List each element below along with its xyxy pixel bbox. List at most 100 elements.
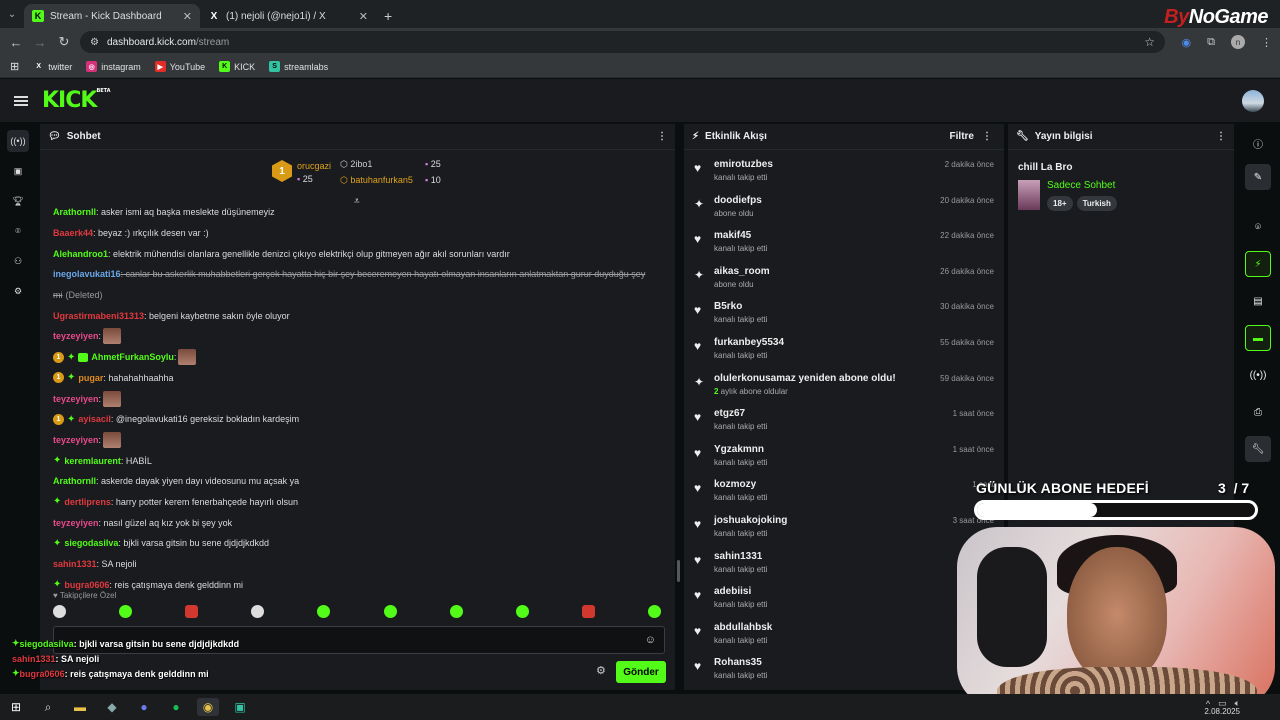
bookmark-youtube[interactable]: ▶ YouTube bbox=[154, 61, 205, 72]
community-icon[interactable]: ⚇ bbox=[7, 250, 29, 272]
chat-username[interactable]: sahin1331 bbox=[53, 559, 97, 569]
menu-dots-icon[interactable]: ⋮ bbox=[1261, 36, 1272, 49]
kick-logo[interactable]: KICKBETA bbox=[42, 88, 111, 113]
activity-item[interactable]: ♥ furkanbey5534 kanalı takip etti 55 dakika… bbox=[684, 332, 1004, 368]
activity-item[interactable]: ✦ doodiefps abone oldu 20 dakika önce bbox=[684, 190, 1004, 226]
emote-icon[interactable] bbox=[251, 605, 265, 618]
chrome-icon[interactable]: ◉ bbox=[197, 698, 219, 716]
activity-item[interactable]: ♥ Ygzakmnn kanalı takip etti 1 saat önce bbox=[684, 439, 1004, 475]
broadcast-icon[interactable]: ((•)) bbox=[1245, 362, 1271, 388]
send-button[interactable]: Gönder bbox=[616, 661, 666, 683]
wrench-icon[interactable]: 🔧︎ bbox=[1245, 436, 1271, 462]
spotify-icon[interactable]: ● bbox=[165, 698, 187, 716]
activity-item[interactable]: ♥ emirotuzbes kanalı takip etti 2 dakika ön… bbox=[684, 154, 1004, 190]
activity-item[interactable]: ♥ etgz67 kanalı takip etti 1 saat önce bbox=[684, 403, 1004, 439]
broadcast-icon[interactable]: ((•)) bbox=[7, 130, 29, 152]
tab-x[interactable]: X (1) nejoli (@nejo1i) / X ✕ bbox=[200, 4, 376, 28]
chat-username[interactable]: dertliprens bbox=[64, 497, 111, 507]
settings-gear-icon[interactable]: ⚙ bbox=[7, 280, 29, 302]
activity-item[interactable]: ✦ aikas_room abone oldu 26 dakika önce bbox=[684, 261, 1004, 297]
chat-username[interactable]: inegolavukati16 bbox=[53, 269, 121, 279]
activity-item[interactable]: ♥adebiisikanalı takip etti5 bbox=[684, 581, 1004, 617]
chat-username[interactable]: Alehandroo1 bbox=[53, 249, 108, 259]
bookmark-twitter[interactable]: Xtwitter bbox=[33, 61, 72, 72]
user-avatar[interactable] bbox=[1242, 90, 1264, 112]
info-icon[interactable]: ⓘ bbox=[1245, 130, 1271, 156]
close-icon[interactable]: ✕ bbox=[359, 10, 368, 23]
close-icon[interactable]: ✕ bbox=[183, 10, 192, 23]
category-link[interactable]: Sadece Sohbet bbox=[1047, 180, 1115, 191]
reload-icon[interactable]: ↻ bbox=[52, 34, 76, 50]
activity-item[interactable]: ♥Rohans35kanalı takip etti9 bbox=[684, 652, 1004, 688]
discord-icon[interactable]: ● bbox=[133, 698, 155, 716]
bookmark-instagram[interactable]: ◎ instagram bbox=[86, 61, 141, 72]
windows-start-icon[interactable]: ⊞ bbox=[5, 698, 27, 716]
emote-icon[interactable] bbox=[383, 605, 397, 618]
profile-avatar[interactable]: n bbox=[1231, 35, 1245, 49]
chat-username[interactable]: Arathornll bbox=[53, 476, 96, 486]
emoji-picker-icon[interactable]: ☺ bbox=[645, 634, 656, 646]
chat-username[interactable]: keremlaurent bbox=[64, 456, 121, 466]
printer-icon[interactable]: ⎙ bbox=[1245, 399, 1271, 425]
activity-item[interactable]: ♥ makif45 kanalı takip etti 22 dakika önce bbox=[684, 225, 1004, 261]
chat-username[interactable]: pugar bbox=[78, 373, 103, 383]
clipboard-icon[interactable]: ▤ bbox=[1245, 288, 1271, 314]
app-icon[interactable]: ◆ bbox=[101, 698, 123, 716]
bookmark-star-icon[interactable]: ☆ bbox=[1144, 35, 1155, 49]
chat-username[interactable]: teyzeyiyen bbox=[53, 331, 99, 341]
dashboard-icon[interactable]: ▣ bbox=[7, 160, 29, 182]
streamlabs-icon[interactable]: ▣ bbox=[229, 698, 251, 716]
chat-username[interactable]: Baaerk44 bbox=[53, 228, 93, 238]
chat-username[interactable]: bugra0606 bbox=[64, 580, 109, 590]
emote-icon[interactable] bbox=[515, 605, 529, 618]
leaderboard-name[interactable]: orucgazi bbox=[297, 161, 331, 171]
menu-dots-icon[interactable]: ⋮ bbox=[982, 131, 992, 142]
activity-item[interactable]: ♥sahin1331kanalı takip etti4 bbox=[684, 546, 1004, 582]
apps-grid-icon[interactable]: ⊞ bbox=[10, 60, 19, 73]
activity-item[interactable]: ♥ joshuakojoking kanalı takip etti 3 saat ö… bbox=[684, 510, 1004, 546]
menu-dots-icon[interactable]: ⋮ bbox=[657, 131, 667, 142]
activity-item[interactable]: ♥abdullahbskkanalı takip etti9 bbox=[684, 617, 1004, 653]
hamburger-menu-icon[interactable] bbox=[14, 94, 28, 108]
emote-icon[interactable] bbox=[317, 605, 331, 618]
tab-kick-dashboard[interactable]: K Stream - Kick Dashboard ✕ bbox=[24, 4, 200, 28]
leaderboard-name[interactable]: ⬡ batuhanfurkan5 bbox=[340, 175, 413, 186]
chat-settings-gear-icon[interactable]: ⚙ bbox=[596, 664, 606, 677]
emote-icon[interactable] bbox=[185, 605, 199, 618]
address-bar[interactable]: ⚙ dashboard.kick.com/stream ☆ bbox=[80, 31, 1165, 53]
forward-arrow-icon[interactable]: → bbox=[28, 35, 52, 50]
activity-item[interactable]: ♥ B5rko kanalı takip etti 30 dakika önce bbox=[684, 296, 1004, 332]
chat-username[interactable]: AhmetFurkanSoylu bbox=[91, 352, 174, 362]
chat-username[interactable]: siegodasilva bbox=[64, 538, 118, 548]
search-icon[interactable]: ⌕ bbox=[37, 698, 59, 716]
emote-icon[interactable] bbox=[647, 605, 661, 618]
chat-username[interactable]: Ugrastirmabeni31313 bbox=[53, 311, 144, 321]
trophy-icon[interactable]: 🏆︎ bbox=[7, 190, 29, 212]
lightning-icon[interactable]: ⚡︎ bbox=[1245, 251, 1271, 277]
emote-icon[interactable] bbox=[581, 605, 595, 618]
camera-icon[interactable]: ⌾ bbox=[7, 220, 29, 242]
edit-pencil-icon[interactable]: ✎ bbox=[1245, 164, 1271, 190]
emote-icon[interactable] bbox=[53, 605, 66, 618]
chat-username[interactable]: Arathornll bbox=[53, 207, 96, 217]
chat-username[interactable]: ayisacil bbox=[78, 414, 111, 424]
activity-item[interactable]: ♥ kozmozy kanalı takip etti 1 saat bbox=[684, 474, 1004, 510]
file-explorer-icon[interactable]: ▬ bbox=[69, 698, 91, 716]
site-info-icon[interactable]: ⚙ bbox=[90, 37, 99, 48]
clock-date[interactable]: 2.08.2025 bbox=[1204, 707, 1240, 716]
tab-search-icon[interactable]: ⌄ bbox=[0, 3, 24, 25]
bookmark-streamlabs[interactable]: Sstreamlabs bbox=[269, 61, 328, 72]
chat-icon[interactable]: ▬ bbox=[1245, 325, 1271, 351]
filter-button[interactable]: Filtre bbox=[950, 131, 974, 142]
chat-username[interactable]: teyzeyiyen bbox=[53, 518, 99, 528]
menu-dots-icon[interactable]: ⋮ bbox=[1216, 131, 1226, 142]
back-arrow-icon[interactable]: ← bbox=[4, 35, 28, 50]
emote-icon[interactable] bbox=[449, 605, 463, 618]
emote-icon[interactable] bbox=[119, 605, 133, 618]
chat-username[interactable]: teyzeyiyen bbox=[53, 435, 99, 445]
leaderboard-name[interactable]: ⬡ 2ibo1 bbox=[340, 159, 372, 170]
bookmark-kick[interactable]: K KICK bbox=[219, 61, 255, 72]
chat-scrollbar[interactable] bbox=[677, 560, 680, 582]
extensions-puzzle-icon[interactable]: ⧉ bbox=[1207, 36, 1215, 49]
new-tab-button[interactable]: + bbox=[376, 8, 400, 24]
